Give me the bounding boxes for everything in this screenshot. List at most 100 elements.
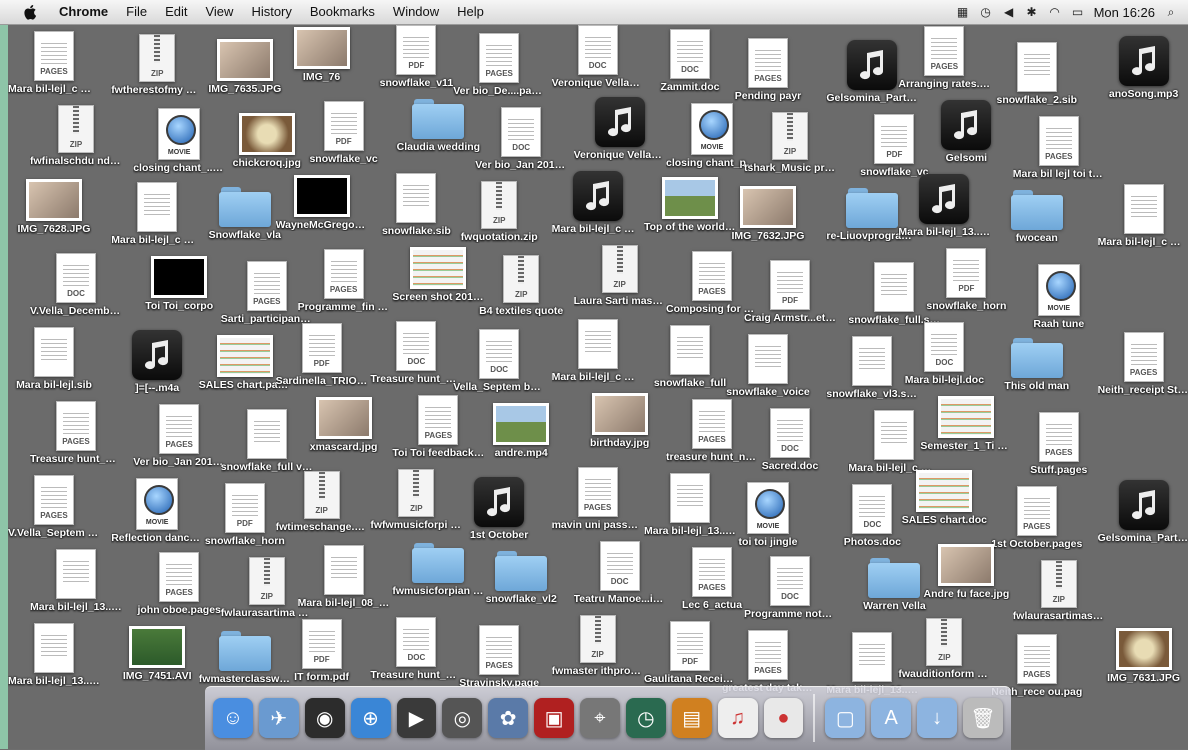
menu-view[interactable]: View (196, 0, 242, 24)
desktop-icon-doc[interactable]: DOC Teatru Manoe...ice.doc (574, 541, 666, 605)
desktop-icon-photo[interactable]: Toi Toi_corpo (133, 256, 225, 312)
desktop-icon-doc[interactable]: PAGES Ver bio_Jan 2014.pages (133, 404, 225, 468)
dock-chrome-icon[interactable]: ● (763, 698, 804, 738)
dock-photo-booth-icon[interactable]: ▣ (534, 698, 574, 738)
desktop-icon-photo[interactable]: IMG_7628.JPG (8, 179, 100, 235)
desktop-icon-doc[interactable]: Mara bil-lejl_c minor_..._4.sib (1098, 184, 1188, 248)
desktop-icon-folder[interactable]: fwocean (991, 190, 1083, 244)
desktop-icon-doc[interactable]: PDF IT form.pdf (276, 619, 368, 683)
dock-trash-icon[interactable]: 🗑 (963, 698, 1003, 738)
desktop[interactable]: PAGES Mara bil-lejl_c minor_22 ZIP fwtheres… (8, 25, 1188, 749)
desktop-icon-photo[interactable]: SALES chart.doc (898, 470, 990, 526)
desktop-icon-doc[interactable]: PDF snowflake_horn (920, 248, 1012, 312)
desktop-icon-folder[interactable]: Claudia wedding (392, 99, 484, 153)
desktop-icon-doc[interactable]: PAGES 1st October.pages (991, 486, 1083, 550)
desktop-icon-doc[interactable]: snowflake.sib (370, 173, 462, 237)
desktop-icon-doc[interactable]: DOC Ver bio_Jan 2014.doc (475, 107, 567, 171)
dock-facetime-icon[interactable]: ▶ (396, 698, 437, 738)
desktop-icon-doc[interactable]: PDF snowflake_v11 (370, 25, 462, 89)
dock-documents-icon[interactable]: ▢ (825, 698, 866, 738)
desktop-icon-doc[interactable]: DOC Vella_Septem ber in...Toi Toi (453, 329, 545, 393)
desktop-icon-folder[interactable]: fwmusicforpian its2 (392, 543, 484, 597)
desktop-icon-photo[interactable]: Semester_1_Ti metabl...13.pdf (920, 396, 1012, 452)
desktop-icon-doc[interactable]: Mara bil-lejl_08_09.sib (298, 545, 390, 609)
desktop-icon-music[interactable]: Gelsomina_Part II .mp3 (1098, 480, 1188, 544)
desktop-icon-doc[interactable]: PDF Sardinella_TRIO Violin.pdf (276, 323, 368, 387)
desktop-icon-photo[interactable]: WayneMcGregor _2012Camp4 (276, 175, 368, 231)
desktop-icon-music[interactable]: Veronique Vella_S...la.mp3 (574, 97, 666, 161)
wifi-icon[interactable]: ◠ (1048, 5, 1062, 19)
desktop-icon-doc[interactable]: DOC Sacred.doc (744, 408, 836, 472)
desktop-icon-doc[interactable]: Mara bil-lejl_13..._9_Cl (8, 623, 100, 687)
dock-aperture-icon[interactable]: ◎ (442, 698, 483, 738)
menu-edit[interactable]: Edit (156, 0, 196, 24)
desktop-icon-movie[interactable]: MOVIE Reflection dance_new (111, 478, 203, 544)
desktop-icon-music[interactable]: ]=[--.m4a (111, 330, 203, 394)
bluetooth-icon[interactable]: ✱ (1025, 5, 1039, 19)
desktop-icon-doc[interactable]: PAGES Neith_receipt Stoo Games.pages (1098, 332, 1188, 396)
desktop-icon-doc[interactable]: DOC Treasure hunt_new (370, 617, 462, 681)
desktop-icon-doc[interactable]: snowflake_2.sib (991, 42, 1083, 106)
desktop-icon-doc[interactable]: snowflake_voice (722, 334, 814, 398)
desktop-icon-doc[interactable]: PAGESgreatest day take th....pages (722, 630, 814, 694)
desktop-icon-zip[interactable]: ZIP fwfinalschdu ndcomaers.zip (30, 105, 122, 167)
volume-icon[interactable]: ◀ (1002, 5, 1016, 19)
desktop-icon-photo[interactable]: IMG_7451.AVI (111, 626, 203, 682)
clock[interactable]: Mon 16:26 (1094, 5, 1155, 20)
menu-window[interactable]: Window (384, 0, 448, 24)
desktop-icon-doc[interactable]: PAGES Treasure hunt_new.pages (30, 401, 122, 465)
menu-help[interactable]: Help (448, 0, 493, 24)
desktop-icon-doc[interactable]: Mara bil-lejl.sib (8, 327, 100, 391)
desktop-icon-doc[interactable]: PDF snowflake_vc (298, 101, 390, 165)
desktop-icon-movie[interactable]: MOVIE Raah tune (1013, 264, 1105, 330)
desktop-icon-doc[interactable]: PDF Craig Armstr...ets.pdf (744, 260, 836, 324)
desktop-icon-zip[interactable]: ZIP tshark_Music prop.zip (744, 112, 836, 174)
menu-bookmarks[interactable]: Bookmarks (301, 0, 384, 24)
desktop-icon-doc[interactable]: Mara bil-lejl_c minor.sib (111, 182, 203, 246)
desktop-icon-music[interactable]: 1st October (453, 477, 545, 541)
desktop-icon-doc[interactable]: PAGES Ver bio_De....pages (453, 33, 545, 97)
dock-mail-icon[interactable]: ✈ (258, 698, 299, 738)
apple-menu-icon[interactable] (22, 4, 40, 20)
app-menu[interactable]: Chrome (50, 0, 117, 24)
desktop-icon-doc[interactable]: PAGES Stuff.pages (1013, 412, 1105, 476)
time-machine-icon[interactable]: ◷ (979, 5, 993, 19)
desktop-icon-photo[interactable]: birthday.jpg (574, 393, 666, 449)
desktop-icon-doc[interactable]: PAGES Toi Toi feedback.pages (392, 395, 484, 459)
desktop-icon-zip[interactable]: ZIP fwtimeschange. zip (276, 471, 368, 533)
spotlight-search-icon[interactable]: ⌕ (1164, 5, 1178, 19)
desktop-icon-doc[interactable]: Mara bil-lejl_13..._9_Cor (30, 549, 122, 613)
desktop-icon-movie[interactable]: MOVIE toi toi jingle (722, 482, 814, 548)
desktop-icon-zip[interactable]: ZIP fwmaster ithprof_sar (552, 615, 644, 677)
dock-time-machine-icon[interactable]: ◷ (625, 698, 666, 738)
dock-finder-icon[interactable]: ☺ (213, 698, 253, 738)
desktop-icon-photo[interactable]: Andre fu face.jpg (920, 544, 1012, 600)
desktop-icon-photo[interactable]: IMG_7632.JPG (722, 186, 814, 242)
desktop-icon-doc[interactable]: PAGES Stravinsky.page (453, 625, 545, 689)
desktop-icon-photo[interactable]: xmascard.jpg (298, 397, 390, 453)
desktop-icon-doc[interactable]: PAGES john oboe.pages (133, 552, 225, 616)
desktop-icon-doc[interactable]: PAGES V.Vella_Septem ber...pages (8, 475, 100, 539)
desktop-icon-zip[interactable]: ZIP fwtherestofmy music.zip (111, 34, 203, 96)
desktop-icon-doc[interactable]: DOC Programme notes_...ns.doc (744, 556, 836, 620)
desktop-icon-doc[interactable]: PAGES mavin uni passw.pages (552, 467, 644, 531)
desktop-icon-doc[interactable]: PAGES Arranging rates.pages (898, 26, 990, 90)
desktop-icon-music[interactable]: Gelsomi (920, 100, 1012, 164)
desktop-icon-zip[interactable]: ZIP Laura Sarti master...ses.zip (574, 245, 666, 307)
desktop-icon-movie[interactable]: MOVIE closing chant_...ce only (133, 108, 225, 174)
desktop-icon-zip[interactable]: ZIP B4 textiles quote (475, 255, 567, 317)
desktop-icon-doc[interactable]: PAGES Pending payr (722, 38, 814, 102)
dock-dashboard-icon[interactable]: ◉ (304, 698, 345, 738)
desktop-icon-doc[interactable]: DOC Mara bil-lejl.doc (898, 322, 990, 386)
desktop-icon-doc[interactable]: DOC Veronique Vella_biog (552, 25, 644, 89)
dock-itunes-icon[interactable]: ♫ (717, 698, 758, 738)
desktop-icon-folder[interactable]: This old man (991, 338, 1083, 392)
desktop-icon-zip[interactable]: ZIP fwlaurasartimas ter...re_12.zip (1013, 560, 1105, 622)
desktop-icon-zip[interactable]: ZIP fwauditionform astercl...arti.zip (898, 618, 990, 680)
battery-icon[interactable]: ▭ (1071, 5, 1085, 19)
desktop-icon-doc[interactable]: DOC V.Vella_December invo...Toi Toi (30, 253, 122, 317)
desktop-icon-music[interactable]: anoSong.mp3 (1098, 36, 1188, 100)
desktop-icon-photo[interactable]: andre.mp4 (475, 403, 567, 459)
dock-keynote-icon[interactable]: ▤ (671, 698, 712, 738)
desktop-icon-zip[interactable]: ZIP fwfwmusicforpi anists.zip (370, 469, 462, 531)
